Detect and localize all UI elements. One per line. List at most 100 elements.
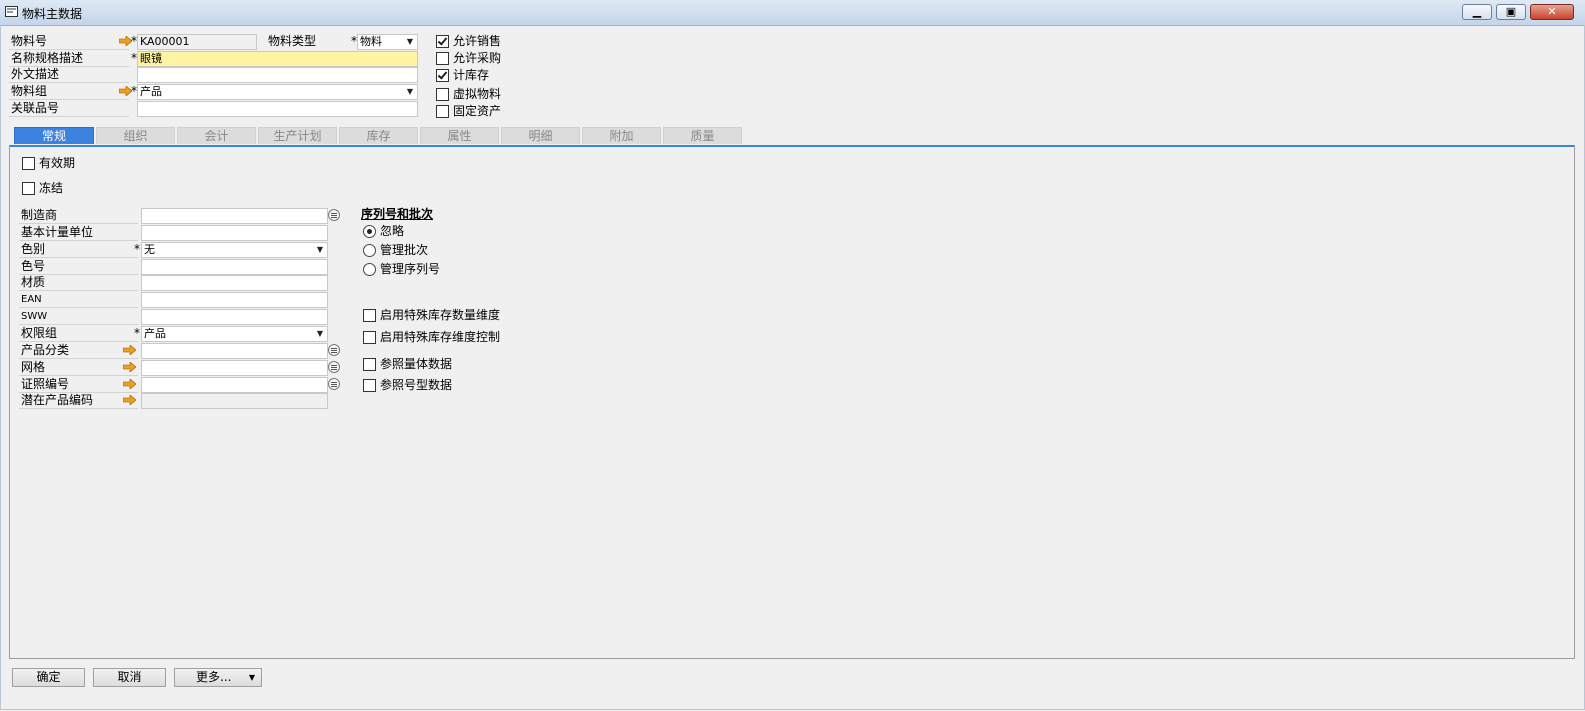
divider xyxy=(19,358,138,359)
ok-button[interactable]: 确定 xyxy=(12,668,85,687)
description-label: 名称规格描述 xyxy=(11,51,84,65)
cancel-button[interactable]: 取消 xyxy=(93,668,166,687)
link-arrow-icon[interactable] xyxy=(123,395,136,405)
item-type-label: 物料类型 xyxy=(268,34,317,48)
related-item-field[interactable] xyxy=(137,101,418,117)
permission-group-label: 权限组 xyxy=(21,326,58,340)
permission-group-value: 产品 xyxy=(144,327,166,340)
link-arrow-icon[interactable] xyxy=(123,379,136,389)
restore-button[interactable]: ▣ xyxy=(1496,4,1526,20)
ignore-radio[interactable] xyxy=(363,225,376,238)
divider xyxy=(19,223,138,224)
size-data-label: 参照号型数据 xyxy=(380,378,453,392)
divider xyxy=(19,324,138,325)
divider xyxy=(19,375,138,376)
special-stock-control-checkbox[interactable] xyxy=(363,331,376,344)
divider xyxy=(9,99,129,100)
tab-additional[interactable]: 附加 xyxy=(582,127,661,144)
tab-general[interactable]: 常规 xyxy=(14,127,94,144)
divider xyxy=(9,49,129,50)
license-no-field[interactable] xyxy=(141,377,328,393)
item-type-select[interactable]: 物料 ▼ xyxy=(357,34,418,50)
more-button[interactable]: 更多... ▼ xyxy=(174,668,262,687)
ean-field[interactable] xyxy=(141,292,328,308)
manufacturer-field[interactable] xyxy=(141,208,328,224)
ean-label: EAN xyxy=(21,294,42,305)
allow-sales-checkbox[interactable] xyxy=(436,35,449,48)
close-icon: ✕ xyxy=(1547,5,1557,18)
material-field[interactable] xyxy=(141,275,328,291)
dropdown-arrow-icon[interactable]: ▼ xyxy=(313,243,327,257)
manage-batch-radio[interactable] xyxy=(363,244,376,257)
base-uom-field[interactable] xyxy=(141,225,328,241)
color-value: 无 xyxy=(144,243,155,256)
product-category-label: 产品分类 xyxy=(21,343,70,357)
manage-serial-radio[interactable] xyxy=(363,263,376,276)
color-no-label: 色号 xyxy=(21,259,46,273)
close-button[interactable]: ✕ xyxy=(1530,4,1574,20)
divider xyxy=(19,408,138,409)
license-no-label: 证照编号 xyxy=(21,377,70,391)
divider xyxy=(19,341,138,342)
potential-code-label: 潜在产品编码 xyxy=(21,393,94,407)
tab-properties[interactable]: 属性 xyxy=(420,127,499,144)
list-icon[interactable] xyxy=(328,378,340,390)
list-icon[interactable] xyxy=(328,361,340,373)
tab-quality[interactable]: 质量 xyxy=(663,127,742,144)
allow-purchase-checkbox[interactable] xyxy=(436,52,449,65)
list-icon[interactable] xyxy=(328,209,340,221)
base-uom-label: 基本计量单位 xyxy=(21,225,94,239)
potential-code-field[interactable] xyxy=(141,393,328,409)
tab-details[interactable]: 明细 xyxy=(501,127,580,144)
restore-icon: ▣ xyxy=(1505,5,1517,18)
dropdown-arrow-icon[interactable]: ▼ xyxy=(403,85,417,99)
allow-sales-label: 允许销售 xyxy=(453,34,502,48)
size-data-checkbox[interactable] xyxy=(363,379,376,392)
description-field[interactable]: 眼镜 xyxy=(137,51,418,67)
valid-period-checkbox[interactable] xyxy=(22,157,35,170)
permission-group-select[interactable]: 产品 ▼ xyxy=(141,326,328,342)
inventory-item-label: 计库存 xyxy=(453,68,490,82)
item-group-label: 物料组 xyxy=(11,84,48,98)
color-select[interactable]: 无 ▼ xyxy=(141,242,328,258)
product-category-field[interactable] xyxy=(141,343,328,359)
inventory-item-checkbox[interactable] xyxy=(436,69,449,82)
tab-organization[interactable]: 组织 xyxy=(96,127,175,144)
fixed-asset-checkbox[interactable] xyxy=(436,105,449,118)
dropdown-arrow-icon[interactable]: ▼ xyxy=(403,35,417,49)
tab-inventory[interactable]: 库存 xyxy=(339,127,418,144)
title-bar: 物料主数据 ▁ ▣ ✕ xyxy=(0,0,1585,26)
link-arrow-icon[interactable] xyxy=(123,362,136,372)
item-no-field[interactable]: KA00001 xyxy=(137,34,257,50)
item-no-label: 物料号 xyxy=(11,34,48,48)
body-measure-checkbox[interactable] xyxy=(363,358,376,371)
serial-batch-title: 序列号和批次 xyxy=(361,207,434,221)
related-item-label: 关联品号 xyxy=(11,101,60,115)
sww-field[interactable] xyxy=(141,309,328,325)
list-icon[interactable] xyxy=(328,344,340,356)
virtual-item-checkbox[interactable] xyxy=(436,88,449,101)
more-label: 更多... xyxy=(196,670,232,684)
tab-accounting[interactable]: 会计 xyxy=(177,127,256,144)
minimize-icon: ▁ xyxy=(1472,5,1482,18)
special-stock-qty-checkbox[interactable] xyxy=(363,309,376,322)
minimize-button[interactable]: ▁ xyxy=(1462,4,1492,20)
item-group-select[interactable]: 产品 ▼ xyxy=(137,84,418,100)
link-arrow-icon[interactable] xyxy=(123,345,136,355)
tab-production-planning[interactable]: 生产计划 xyxy=(258,127,337,144)
special-stock-control-label: 启用特殊库存维度控制 xyxy=(380,330,501,344)
divider xyxy=(9,116,129,117)
spec-field[interactable] xyxy=(141,360,328,376)
dropdown-arrow-icon[interactable]: ▼ xyxy=(313,327,327,341)
item-group-value: 产品 xyxy=(140,85,162,98)
form-icon xyxy=(5,6,18,17)
required-star: * xyxy=(134,242,140,256)
window-title: 物料主数据 xyxy=(22,7,83,21)
divider xyxy=(9,82,129,83)
color-no-field[interactable] xyxy=(141,259,328,275)
manufacturer-label: 制造商 xyxy=(21,208,58,222)
frozen-label: 冻结 xyxy=(39,181,64,195)
frozen-checkbox[interactable] xyxy=(22,182,35,195)
foreign-description-field[interactable] xyxy=(137,67,418,83)
allow-purchase-label: 允许采购 xyxy=(453,51,502,65)
